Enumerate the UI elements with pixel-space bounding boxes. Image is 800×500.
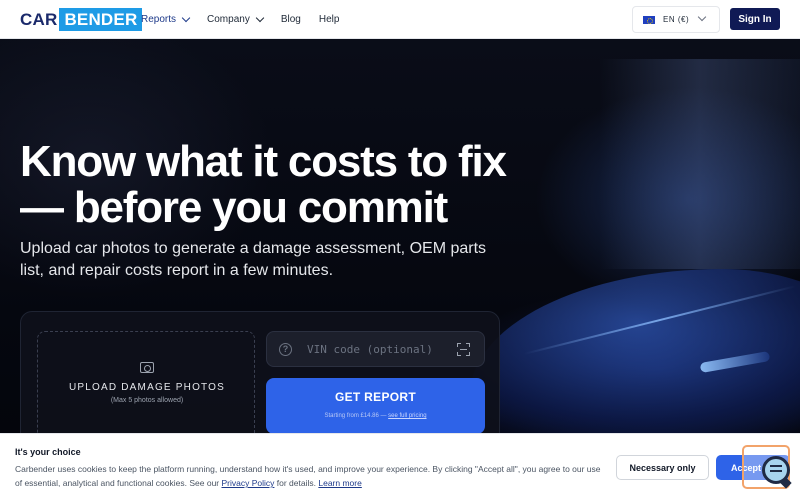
flag-eu-icon — [643, 15, 655, 24]
nav-help-label: Help — [318, 14, 340, 25]
get-report-label: GET REPORT — [334, 390, 416, 404]
pricing-link[interactable]: see full pricing — [388, 413, 426, 419]
cookie-body-tail: for details. — [276, 478, 316, 488]
nav-blog[interactable]: Blog — [281, 14, 301, 25]
background-light — [600, 59, 800, 269]
language-selector[interactable]: EN (€) — [632, 6, 720, 33]
carbender-logo[interactable]: CAR BENDER — [20, 8, 143, 31]
cookie-text: Carbender uses cookies to keep the platf… — [15, 462, 605, 490]
cookie-banner: It's your choice Carbender uses cookies … — [0, 433, 800, 500]
vin-placeholder: VIN code (optional) — [307, 343, 433, 356]
logo-text-car: CAR — [20, 10, 58, 29]
sign-in-button[interactable]: Sign In — [730, 8, 780, 30]
nav-blog-label: Blog — [280, 14, 301, 25]
camera-plus-icon — [140, 362, 154, 373]
necessary-only-button[interactable]: Necessary only — [616, 455, 709, 480]
vin-input[interactable]: ? VIN code (optional) — [266, 331, 485, 367]
logo-text-bender: BENDER — [59, 8, 143, 31]
upload-title: UPLOAD DAMAGE PHOTOS — [68, 382, 226, 393]
cookie-title: It's your choice — [15, 447, 81, 457]
chat-widget-button[interactable] — [742, 445, 790, 489]
hero-subtitle: Upload car photos to generate a damage a… — [20, 240, 487, 279]
chevron-down-icon — [255, 13, 265, 23]
question-circle-icon[interactable]: ? — [279, 343, 292, 356]
chevron-down-icon — [697, 12, 707, 22]
upload-note: (Max 5 photos allowed) — [110, 397, 184, 404]
price-note: Starting from £14.86 — see full pricing — [266, 413, 485, 419]
chevron-down-icon — [181, 13, 191, 23]
language-label: EN (€) — [663, 15, 690, 24]
get-report-button[interactable]: GET REPORT Starting from £14.86 — see fu… — [266, 378, 485, 434]
learn-more-link[interactable]: Learn more — [318, 478, 361, 488]
price-text: Starting from £14.86 — — [324, 413, 387, 419]
hero-title: Know what it costs to fix — before you c… — [20, 137, 507, 232]
scan-icon[interactable] — [457, 343, 470, 356]
nav-company[interactable]: Company — [207, 13, 265, 25]
hero-section: Know what it costs to fix — before you c… — [0, 39, 800, 500]
nav-reports[interactable]: Reports — [141, 13, 191, 25]
nav-company-label: Company — [207, 14, 250, 25]
nav-reports-label: Reports — [141, 14, 177, 25]
chat-icon — [762, 456, 790, 484]
nav-help[interactable]: Help — [319, 14, 340, 25]
main-nav: Reports Company Blog Help — [141, 0, 357, 39]
top-navbar: CAR BENDER Reports Company Blog Help EN … — [0, 0, 800, 39]
privacy-policy-link[interactable]: Privacy Policy — [222, 478, 275, 488]
